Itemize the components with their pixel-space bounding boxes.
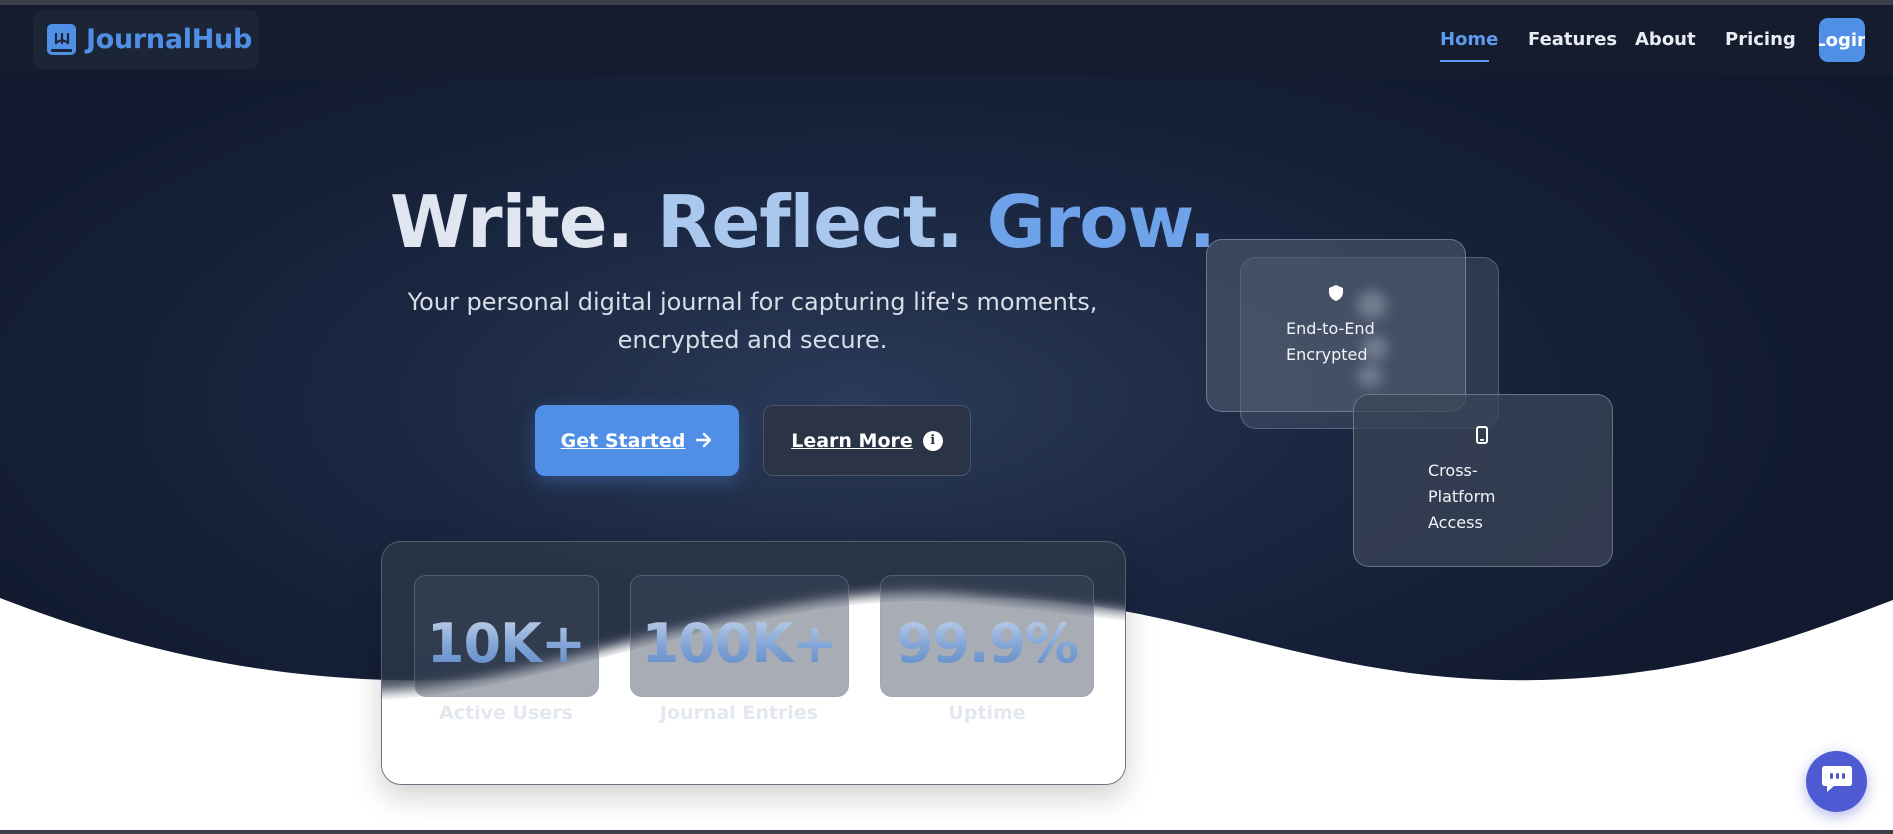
learn-more-button[interactable]: Learn More i (763, 405, 971, 476)
hero-subtitle: Your personal digital journal for captur… (407, 288, 1098, 354)
feature-card-encrypted: End-to-End Encrypted (1206, 239, 1466, 412)
hero-title-word-3: Grow. (986, 180, 1216, 264)
blur-decoration (1357, 365, 1383, 387)
feature-card-cross-platform: Cross-Platform Access (1353, 394, 1613, 567)
info-icon: i (922, 430, 943, 451)
nav-active-indicator (1440, 60, 1489, 62)
blur-decoration (1362, 335, 1388, 361)
hero-title: Write. Reflect. Grow. (390, 180, 1216, 264)
chat-widget-button[interactable] (1806, 751, 1867, 812)
stat-label-users: Active Users (439, 702, 573, 724)
brand-logo[interactable]: JournalHub (33, 10, 259, 69)
brand-name: JournalHub (86, 24, 252, 55)
login-button[interactable]: Login (1819, 18, 1865, 62)
stat-value-users: 10K+ (386, 612, 626, 675)
top-border (0, 0, 1893, 5)
nav-home[interactable]: Home (1440, 29, 1498, 50)
blur-decoration (1357, 290, 1387, 320)
hero-title-word-2: Reflect. (657, 180, 964, 264)
stat-label-entries: Journal Entries (659, 702, 819, 724)
get-started-label: Get Started (560, 429, 686, 452)
book-icon (47, 24, 76, 55)
feature-card-label: Cross-Platform Access (1428, 460, 1496, 532)
shield-icon (1328, 284, 1344, 302)
bottom-border (0, 830, 1893, 834)
navbar: JournalHub Home Features About Pricing L… (0, 5, 1893, 75)
get-started-button[interactable]: Get Started (535, 405, 739, 476)
mobile-icon (1475, 425, 1491, 444)
stat-value-entries: 100K+ (619, 612, 859, 675)
nav-pricing[interactable]: Pricing (1725, 29, 1796, 50)
page: JournalHub Home Features About Pricing L… (0, 0, 1893, 834)
hero-title-word-1: Write. (390, 180, 634, 264)
chat-bubble-icon (1820, 764, 1854, 799)
stat-label-uptime: Uptime (948, 702, 1026, 724)
arrow-right-icon (695, 429, 713, 453)
nav-features[interactable]: Features (1528, 29, 1617, 50)
nav-about[interactable]: About (1635, 29, 1696, 50)
learn-more-label: Learn More (791, 429, 913, 452)
stats-panel: 10K+ 100K+ 99.9% Active Users Journal En… (381, 541, 1126, 785)
stat-value-uptime: 99.9% (867, 612, 1107, 675)
